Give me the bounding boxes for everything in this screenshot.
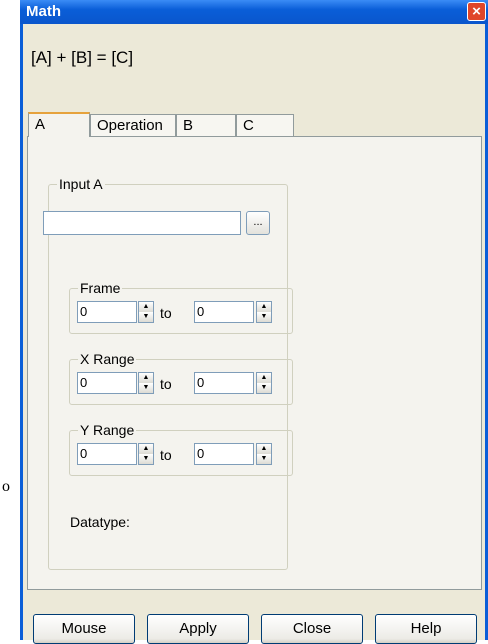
input-a-group-label: Input A <box>57 176 105 192</box>
frame-from-spinner[interactable]: ▲ ▼ <box>138 301 154 323</box>
spin-down-icon[interactable]: ▼ <box>257 383 271 393</box>
input-a-path-field[interactable] <box>43 211 241 235</box>
x-range-to-input[interactable]: 0 <box>194 372 254 394</box>
datatype-label: Datatype: <box>70 514 130 530</box>
y-range-to-label: to <box>160 447 172 463</box>
stray-background-text: o <box>2 478 10 495</box>
y-range-to-spinner[interactable]: ▲ ▼ <box>256 443 272 465</box>
x-range-from-input[interactable]: 0 <box>77 372 137 394</box>
tab-panel: A Operation B C Input A ... Frame 0 ▲ ▼ … <box>27 112 482 590</box>
x-range-from-spinner[interactable]: ▲ ▼ <box>138 372 154 394</box>
frame-from-input[interactable]: 0 <box>77 301 137 323</box>
spin-down-icon[interactable]: ▼ <box>139 383 153 393</box>
spin-down-icon[interactable]: ▼ <box>139 454 153 464</box>
tab-a[interactable]: A <box>28 112 90 137</box>
dialog-client-area: [A] + [B] = [C] A Operation B C Input A … <box>23 24 485 644</box>
x-range-group-label: X Range <box>78 351 137 367</box>
frame-to-spinner[interactable]: ▲ ▼ <box>256 301 272 323</box>
frame-group-label: Frame <box>78 280 123 296</box>
frame-to-input[interactable]: 0 <box>194 301 254 323</box>
window-title: Math <box>26 3 61 20</box>
spin-down-icon[interactable]: ▼ <box>257 312 271 322</box>
formula-heading: [A] + [B] = [C] <box>31 48 134 67</box>
spin-down-icon[interactable]: ▼ <box>257 454 271 464</box>
frame-to-label: to <box>160 305 172 321</box>
x-range-to-label: to <box>160 376 172 392</box>
tab-c[interactable]: C <box>236 114 294 136</box>
close-window-button[interactable]: × <box>467 2 486 21</box>
browse-button[interactable]: ... <box>246 211 270 235</box>
title-bar[interactable]: Math × <box>20 0 488 24</box>
tab-b[interactable]: B <box>176 114 236 136</box>
spin-down-icon[interactable]: ▼ <box>139 312 153 322</box>
y-range-from-input[interactable]: 0 <box>77 443 137 465</box>
y-range-from-spinner[interactable]: ▲ ▼ <box>138 443 154 465</box>
math-window: Math × [A] + [B] = [C] A Operation B C I… <box>20 0 488 644</box>
tab-operation[interactable]: Operation <box>90 114 176 136</box>
y-range-group-label: Y Range <box>78 422 137 438</box>
y-range-to-input[interactable]: 0 <box>194 443 254 465</box>
x-range-to-spinner[interactable]: ▲ ▼ <box>256 372 272 394</box>
